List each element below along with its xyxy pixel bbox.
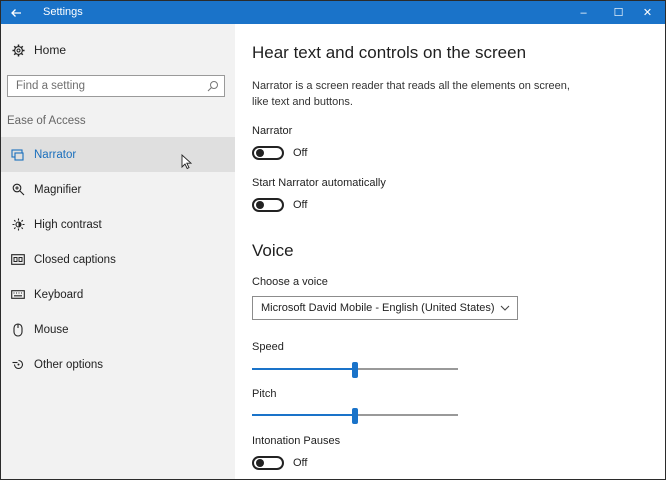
intonation-toggle[interactable] — [252, 456, 284, 470]
sidebar-item-label: High contrast — [34, 218, 102, 231]
sidebar-item-other-options[interactable]: Other options — [1, 347, 235, 382]
sidebar-item-narrator[interactable]: Narrator — [1, 137, 235, 172]
gear-icon — [10, 43, 26, 57]
section-label: Ease of Access — [7, 115, 86, 127]
slider-fill — [252, 414, 355, 416]
toggle-knob — [256, 149, 264, 157]
slider-thumb[interactable] — [352, 362, 358, 378]
magnifier-icon — [10, 183, 26, 196]
sidebar-nav: Narrator Magnifier High contrast Closed … — [1, 137, 235, 382]
mouse-cursor-icon — [181, 154, 192, 170]
voice-heading: Voice — [252, 241, 294, 260]
sidebar-item-keyboard[interactable]: Keyboard — [1, 277, 235, 312]
toggle-knob — [256, 201, 264, 209]
search-box — [7, 75, 225, 97]
sidebar-item-closed-captions[interactable]: Closed captions — [1, 242, 235, 277]
sidebar-item-magnifier[interactable]: Magnifier — [1, 172, 235, 207]
maximize-icon: ☐ — [613, 7, 624, 19]
voice-dropdown-value: Microsoft David Mobile - English (United… — [261, 302, 495, 314]
narrator-state: Off — [293, 147, 308, 159]
close-button[interactable]: ✕ — [630, 1, 665, 24]
auto-start-state: Off — [293, 199, 308, 211]
slider-thumb[interactable] — [352, 408, 358, 424]
back-arrow-icon — [11, 8, 21, 17]
pitch-slider[interactable] — [252, 408, 458, 424]
narrator-icon — [10, 148, 26, 161]
chevron-down-icon — [499, 301, 511, 319]
main-content: Hear text and controls on the screen Nar… — [235, 24, 665, 479]
speed-slider[interactable] — [252, 362, 458, 378]
minimize-icon: – — [580, 6, 587, 19]
sidebar-item-mouse[interactable]: Mouse — [1, 312, 235, 347]
sidebar-item-label: Magnifier — [34, 183, 82, 196]
voice-dropdown[interactable]: Microsoft David Mobile - English (United… — [252, 296, 518, 320]
keyboard-icon — [10, 290, 26, 299]
speed-label: Speed — [252, 341, 284, 353]
mouse-icon — [10, 322, 26, 337]
sidebar-item-label: Closed captions — [34, 253, 116, 266]
sidebar-item-label: Mouse — [34, 323, 69, 336]
auto-start-label: Start Narrator automatically — [252, 177, 386, 189]
sidebar: Home Ease of Access Narrator Magnifier — [1, 24, 235, 479]
intonation-state: Off — [293, 457, 308, 469]
sidebar-item-high-contrast[interactable]: High contrast — [1, 207, 235, 242]
auto-start-toggle[interactable] — [252, 198, 284, 212]
choose-voice-label: Choose a voice — [252, 276, 328, 288]
other-options-icon — [10, 358, 26, 371]
sidebar-item-label: Narrator — [34, 148, 77, 161]
high-contrast-icon — [10, 218, 26, 231]
search-icon[interactable] — [207, 79, 219, 97]
closed-captions-icon — [10, 254, 26, 265]
page-title: Hear text and controls on the screen — [252, 43, 527, 62]
settings-window: Settings – ☐ ✕ Home Ease of Access Narra… — [0, 0, 666, 480]
back-button[interactable] — [1, 1, 31, 24]
intonation-label: Intonation Pauses — [252, 435, 341, 447]
sidebar-item-label: Other options — [34, 358, 104, 371]
slider-fill — [252, 368, 355, 370]
pitch-label: Pitch — [252, 388, 277, 400]
sidebar-item-label: Keyboard — [34, 288, 84, 301]
narrator-toggle[interactable] — [252, 146, 284, 160]
toggle-knob — [256, 459, 264, 467]
narrator-label: Narrator — [252, 125, 293, 137]
search-input[interactable] — [16, 79, 196, 93]
title-bar: Settings – ☐ ✕ — [1, 1, 665, 24]
minimize-button[interactable]: – — [566, 1, 601, 24]
window-title: Settings — [43, 6, 83, 18]
home-label: Home — [34, 43, 67, 57]
page-description: Narrator is a screen reader that reads a… — [252, 80, 570, 108]
close-icon: ✕ — [642, 7, 653, 19]
home-link[interactable]: Home — [1, 37, 235, 63]
